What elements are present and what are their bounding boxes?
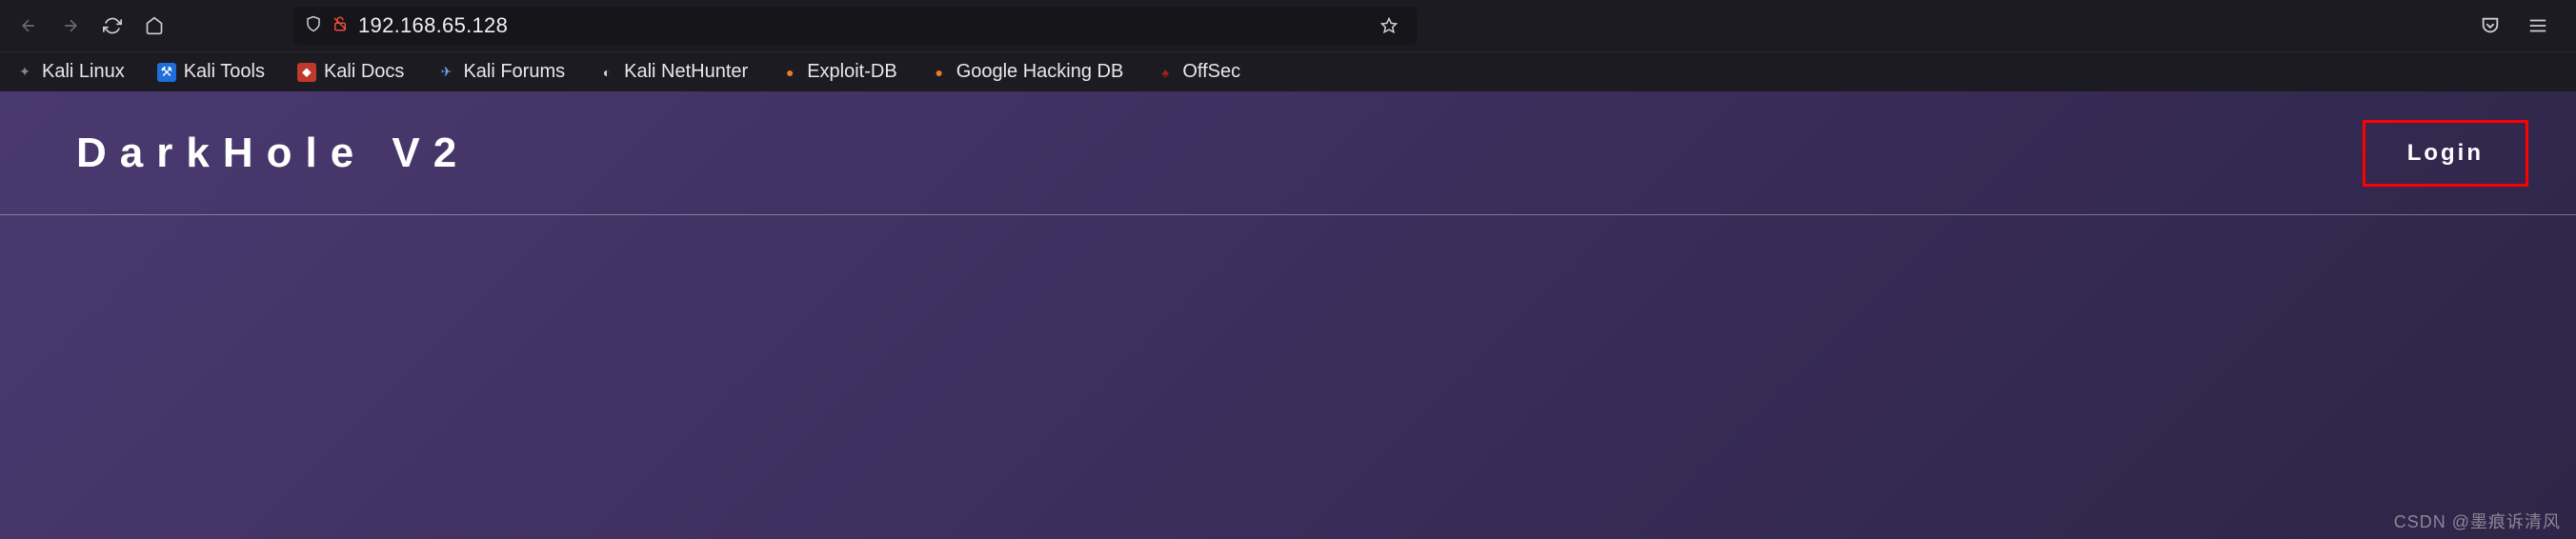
bookmark-label: Kali Linux xyxy=(42,61,125,83)
hamburger-menu-icon[interactable] xyxy=(2521,9,2555,43)
exploit-icon: ● xyxy=(780,63,799,82)
forward-button[interactable] xyxy=(53,9,88,43)
pocket-icon[interactable] xyxy=(2473,9,2507,43)
bookmark-star-icon[interactable] xyxy=(1372,9,1406,43)
forums-icon: ✈ xyxy=(436,63,455,82)
page-header: DarkHole V2 Login xyxy=(0,91,2576,215)
bookmark-label: Google Hacking DB xyxy=(956,61,1124,83)
bookmark-label: Kali Forums xyxy=(463,61,565,83)
page-content: DarkHole V2 Login xyxy=(0,91,2576,539)
bookmark-label: OffSec xyxy=(1182,61,1240,83)
nethunter-icon: ◐ xyxy=(597,63,616,82)
bookmark-kali-tools[interactable]: ⚒ Kali Tools xyxy=(151,57,271,87)
login-button[interactable]: Login xyxy=(2363,120,2528,187)
home-button[interactable] xyxy=(137,9,171,43)
bookmark-kali-nethunter[interactable]: ◐ Kali NetHunter xyxy=(592,57,754,87)
reload-button[interactable] xyxy=(95,9,130,43)
bookmark-exploit-db[interactable]: ● Exploit-DB xyxy=(775,57,902,87)
docs-icon: ⬥ xyxy=(297,63,316,82)
url-text: 192.168.65.128 xyxy=(358,13,508,38)
bookmark-label: Kali NetHunter xyxy=(624,61,748,83)
tools-icon: ⚒ xyxy=(157,63,176,82)
bookmark-offsec[interactable]: ♠ OffSec xyxy=(1150,57,1246,87)
watermark: CSDN @墨痕诉清风 xyxy=(2394,509,2561,533)
site-title: DarkHole V2 xyxy=(76,130,470,177)
bookmark-google-hacking-db[interactable]: ● Google Hacking DB xyxy=(924,57,1130,87)
lock-insecure-icon xyxy=(332,15,349,37)
dragon-icon: ✦ xyxy=(15,63,34,82)
bookmark-label: Exploit-DB xyxy=(807,61,896,83)
bookmark-kali-forums[interactable]: ✈ Kali Forums xyxy=(431,57,571,87)
offsec-icon: ♠ xyxy=(1156,63,1175,82)
ghdb-icon: ● xyxy=(930,63,949,82)
bookmark-label: Kali Docs xyxy=(324,61,404,83)
shield-icon xyxy=(305,15,322,37)
bookmark-kali-linux[interactable]: ✦ Kali Linux xyxy=(10,57,131,87)
browser-toolbar: 192.168.65.128 xyxy=(0,0,2576,51)
bookmark-label: Kali Tools xyxy=(184,61,265,83)
url-bar[interactable]: 192.168.65.128 xyxy=(293,7,1418,45)
bookmark-kali-docs[interactable]: ⬥ Kali Docs xyxy=(292,57,410,87)
bookmarks-bar: ✦ Kali Linux ⚒ Kali Tools ⬥ Kali Docs ✈ … xyxy=(0,51,2576,91)
back-button[interactable] xyxy=(11,9,46,43)
